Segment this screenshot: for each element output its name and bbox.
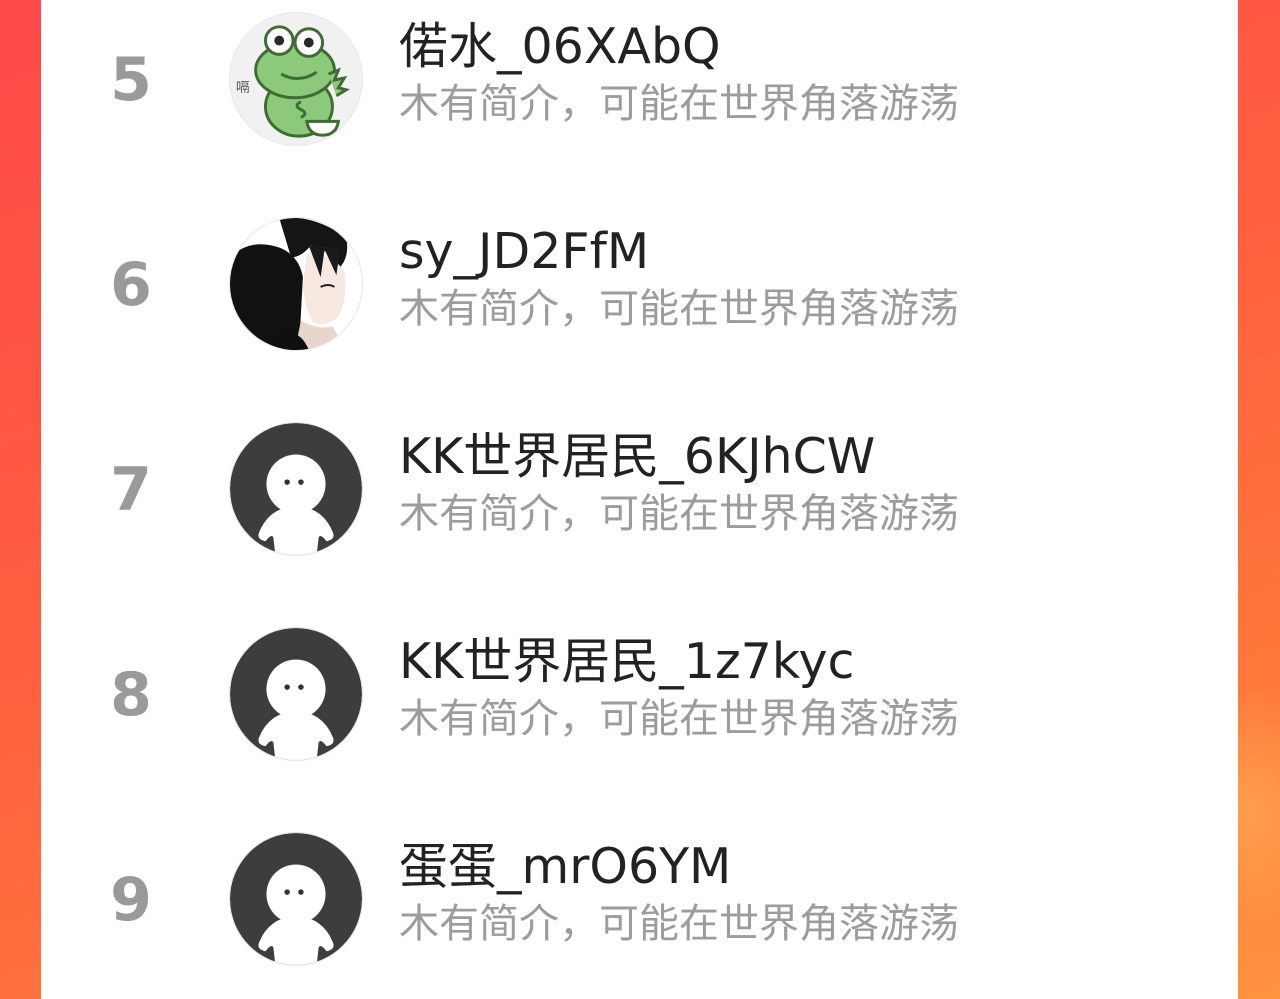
anime-boy-avatar[interactable] xyxy=(229,217,363,351)
rank-number: 6 xyxy=(110,250,152,320)
list-item[interactable]: 6 sy_JD2FfM 木有简介，可能在世界角落游荡 xyxy=(41,205,1238,365)
user-bio: 木有简介，可能在世界角落游荡 xyxy=(399,81,959,127)
user-name[interactable]: KK世界居民_1z7kyc xyxy=(399,630,854,694)
default-person-icon xyxy=(230,423,362,555)
anime-boy-icon xyxy=(230,218,362,350)
default-person-icon xyxy=(230,833,362,965)
user-name[interactable]: 偌水_06XAbQ xyxy=(399,15,721,79)
frog-badge-text: 嗝 xyxy=(236,80,250,96)
default-avatar[interactable] xyxy=(229,627,363,761)
user-name[interactable]: sy_JD2FfM xyxy=(399,220,649,284)
list-item[interactable]: 7 KK世界居民_6KJhCW 木有简介，可能在世界角落游荡 xyxy=(41,410,1238,570)
rank-number: 9 xyxy=(110,865,152,935)
user-bio: 木有简介，可能在世界角落游荡 xyxy=(399,491,959,537)
user-bio: 木有简介，可能在世界角落游荡 xyxy=(399,901,959,947)
page-background: 5 嗝 偌水_06XAbQ 木有简介，可能在世界角落游荡 6 sy_JD2FfM… xyxy=(0,0,1280,999)
user-name[interactable]: 蛋蛋_mrO6YM xyxy=(399,835,731,899)
user-bio: 木有简介，可能在世界角落游荡 xyxy=(399,286,959,332)
rank-number: 5 xyxy=(110,45,152,115)
rank-number: 8 xyxy=(110,660,152,730)
frog-avatar[interactable]: 嗝 xyxy=(229,12,363,146)
ranking-list: 5 嗝 偌水_06XAbQ 木有简介，可能在世界角落游荡 6 sy_JD2FfM… xyxy=(41,0,1238,999)
user-bio: 木有简介，可能在世界角落游荡 xyxy=(399,696,959,742)
default-avatar[interactable] xyxy=(229,832,363,966)
list-item[interactable]: 9 蛋蛋_mrO6YM 木有简介，可能在世界角落游荡 xyxy=(41,820,1238,980)
list-item[interactable]: 8 KK世界居民_1z7kyc 木有简介，可能在世界角落游荡 xyxy=(41,615,1238,775)
user-name[interactable]: KK世界居民_6KJhCW xyxy=(399,425,875,489)
list-item[interactable]: 5 嗝 偌水_06XAbQ 木有简介，可能在世界角落游荡 xyxy=(41,0,1238,160)
default-avatar[interactable] xyxy=(229,422,363,556)
rank-number: 7 xyxy=(110,455,152,525)
frog-icon: 嗝 xyxy=(230,13,362,145)
default-person-icon xyxy=(230,628,362,760)
